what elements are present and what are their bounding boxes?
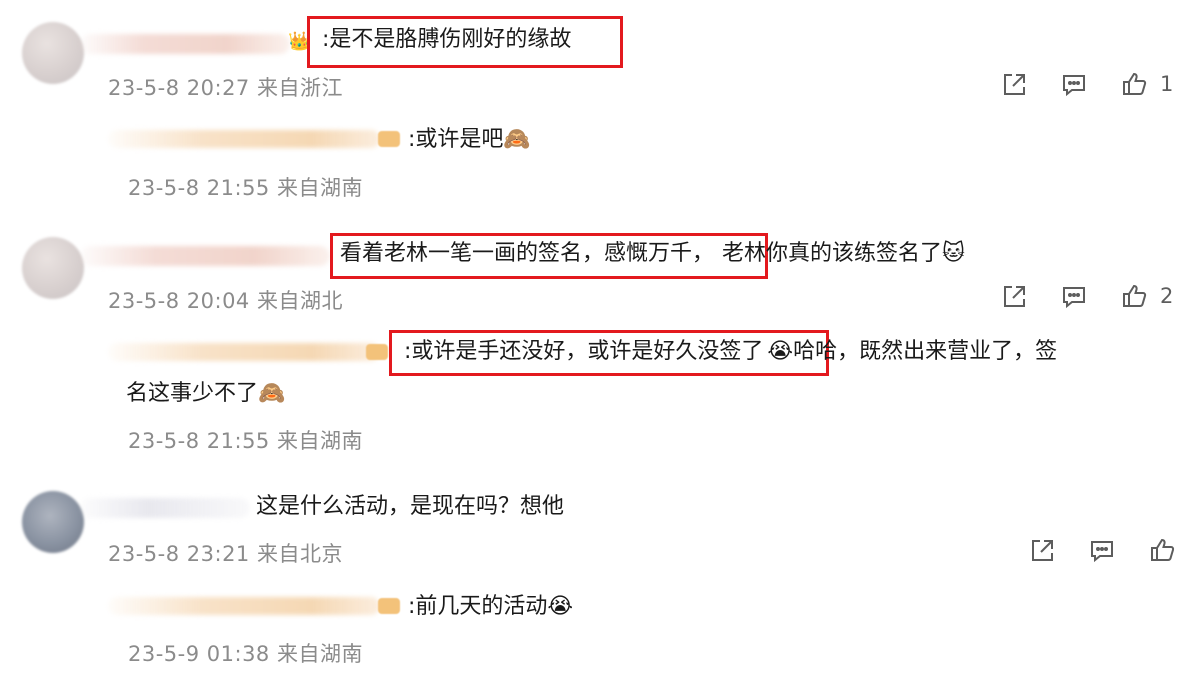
like-count: 2	[1160, 284, 1174, 308]
reply-text-line2: 名这事少不了🙈	[126, 381, 286, 406]
reply-text: :前几天的活动😭	[408, 594, 574, 619]
reply-meta: 23-5-8 21:55 来自湖南	[128, 425, 363, 455]
comment-icon[interactable]	[1088, 537, 1116, 565]
reply-location: 来自湖南	[276, 429, 363, 453]
username-blurred[interactable]	[80, 246, 330, 266]
thumbs-up-icon[interactable]	[1120, 282, 1148, 310]
share-icon[interactable]	[1000, 283, 1028, 311]
reply-meta: 23-5-9 01:38 来自湖南	[128, 638, 363, 668]
level-badge-icon	[378, 598, 400, 614]
username-blurred[interactable]	[80, 34, 290, 54]
avatar[interactable]	[22, 22, 84, 84]
reply-location: 来自湖南	[276, 176, 363, 200]
share-icon[interactable]	[1028, 537, 1056, 565]
like-count: 1	[1160, 72, 1174, 96]
monkey-emoji-icon: 🙈	[503, 127, 531, 152]
comment-location: 来自北京	[256, 542, 343, 566]
comment-meta: 23-5-8 20:27 来自浙江	[108, 72, 343, 102]
comment-time: 23-5-8 20:27	[108, 76, 250, 100]
reply-text: :或许是吧🙈	[408, 127, 531, 152]
comment-meta: 23-5-8 20:04 来自湖北	[108, 285, 343, 315]
comment-time: 23-5-8 23:21	[108, 542, 250, 566]
comment-text: 看着老林一笔一画的签名，感慨万千， 老林你真的该练签名了🐱	[340, 241, 965, 266]
avatar[interactable]	[22, 237, 84, 299]
comment-location: 来自浙江	[256, 76, 343, 100]
reply-username-blurred[interactable]	[108, 343, 380, 361]
monkey-emoji-icon: 🙈	[258, 381, 286, 406]
reply-location: 来自湖南	[276, 642, 363, 666]
avatar[interactable]	[22, 491, 84, 553]
username-blurred[interactable]	[80, 498, 250, 518]
comment-meta: 23-5-8 23:21 来自北京	[108, 538, 343, 568]
level-badge-icon	[366, 344, 388, 360]
comment-icon[interactable]	[1060, 71, 1088, 99]
comment-text: :是不是胳膊伤刚好的缘故	[322, 27, 572, 52]
comment-icon[interactable]	[1060, 283, 1088, 311]
crying-emoji-icon: 😭	[547, 594, 574, 619]
reply-time: 23-5-9 01:38	[128, 642, 270, 666]
comment-time: 23-5-8 20:04	[108, 289, 250, 313]
share-icon[interactable]	[1000, 71, 1028, 99]
reply-time: 23-5-8 21:55	[128, 176, 270, 200]
reply-meta: 23-5-8 21:55 来自湖南	[128, 172, 363, 202]
comment-text: 这是什么活动，是现在吗？想他	[256, 494, 565, 519]
reply-time: 23-5-8 21:55	[128, 429, 270, 453]
reply-username-blurred[interactable]	[108, 597, 380, 615]
thumbs-up-icon[interactable]	[1148, 536, 1176, 564]
comment-location: 来自湖北	[256, 289, 343, 313]
reply-text: :或许是手还没好，或许是好久没签了 😭哈哈，既然出来营业了，签	[404, 339, 1058, 364]
thumbs-up-icon[interactable]	[1120, 70, 1148, 98]
reply-username-blurred[interactable]	[108, 130, 380, 148]
cat-emoji-icon: 🐱	[942, 241, 965, 266]
crying-emoji-icon: 😭	[767, 339, 794, 364]
level-badge-icon	[378, 131, 400, 147]
